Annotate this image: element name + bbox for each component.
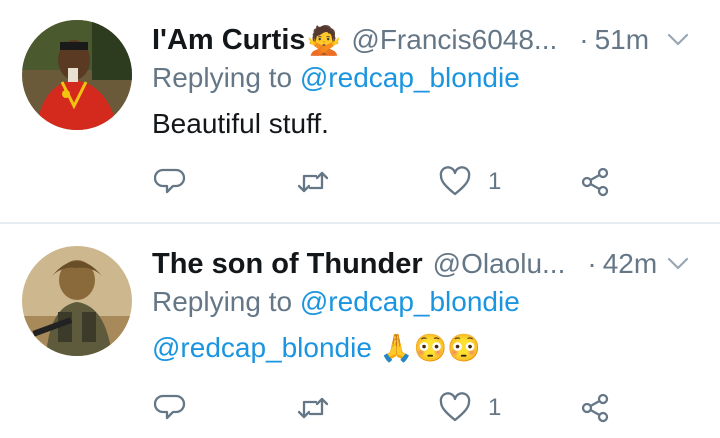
tweet-actions: 1 <box>152 386 712 430</box>
reply-icon <box>154 168 186 194</box>
replying-to: Replying to @redcap_blondie <box>152 286 520 318</box>
avatar[interactable] <box>22 246 132 356</box>
like-count: 1 <box>488 394 502 421</box>
tweet[interactable]: The son of Thunder @Olaolu... · 42m Repl… <box>0 224 720 438</box>
replying-prefix: Replying to <box>152 286 293 317</box>
tweet-actions: 1 <box>152 160 712 204</box>
tweet-header: I'Am Curtis 🙅 @Francis6048... · 51m <box>152 20 692 60</box>
like-button[interactable]: 1 <box>438 386 501 430</box>
timestamp[interactable]: 51m <box>595 24 649 56</box>
share-icon <box>581 167 609 197</box>
user-handle[interactable]: @Francis6048... <box>351 24 557 56</box>
chevron-down-icon[interactable] <box>664 26 692 54</box>
text-emojis: 🙏😳😳 <box>379 333 481 363</box>
avatar-photo <box>22 20 132 130</box>
text-mention-link[interactable]: @redcap_blondie <box>152 332 372 363</box>
retweet-button[interactable] <box>296 386 330 430</box>
replying-prefix: Replying to <box>152 62 293 93</box>
share-button[interactable] <box>578 386 612 430</box>
reply-button[interactable] <box>154 386 188 430</box>
like-icon <box>439 392 471 422</box>
tweet-header: The son of Thunder @Olaolu... · 42m <box>152 244 692 284</box>
chevron-down-icon[interactable] <box>664 250 692 278</box>
separator-dot: · <box>587 248 597 279</box>
avatar[interactable] <box>22 20 132 130</box>
retweet-button[interactable] <box>296 160 330 204</box>
name-emoji: 🙅 <box>306 24 342 56</box>
replying-to: Replying to @redcap_blondie <box>152 62 520 94</box>
user-handle[interactable]: @Olaolu... <box>433 248 566 280</box>
separator-dot: · <box>579 24 589 55</box>
share-button[interactable] <box>578 160 612 204</box>
like-button[interactable]: 1 <box>438 160 501 204</box>
reply-icon <box>154 394 186 420</box>
display-name[interactable]: I'Am Curtis <box>152 24 306 57</box>
timestamp[interactable]: 42m <box>603 248 657 280</box>
like-count: 1 <box>488 168 502 195</box>
tweet[interactable]: I'Am Curtis 🙅 @Francis6048... · 51m Repl… <box>0 0 720 222</box>
retweet-icon <box>297 397 329 419</box>
like-icon <box>439 166 471 196</box>
reply-button[interactable] <box>154 160 188 204</box>
tweet-text: Beautiful stuff. <box>152 108 329 139</box>
display-name[interactable]: The son of Thunder <box>152 248 423 281</box>
retweet-icon <box>297 171 329 193</box>
replying-mention-link[interactable]: @redcap_blondie <box>300 62 520 93</box>
replying-mention-link[interactable]: @redcap_blondie <box>300 286 520 317</box>
tweet-text: @redcap_blondie 🙏😳😳 <box>152 332 481 364</box>
share-icon <box>581 393 609 423</box>
avatar-photo <box>22 246 132 356</box>
